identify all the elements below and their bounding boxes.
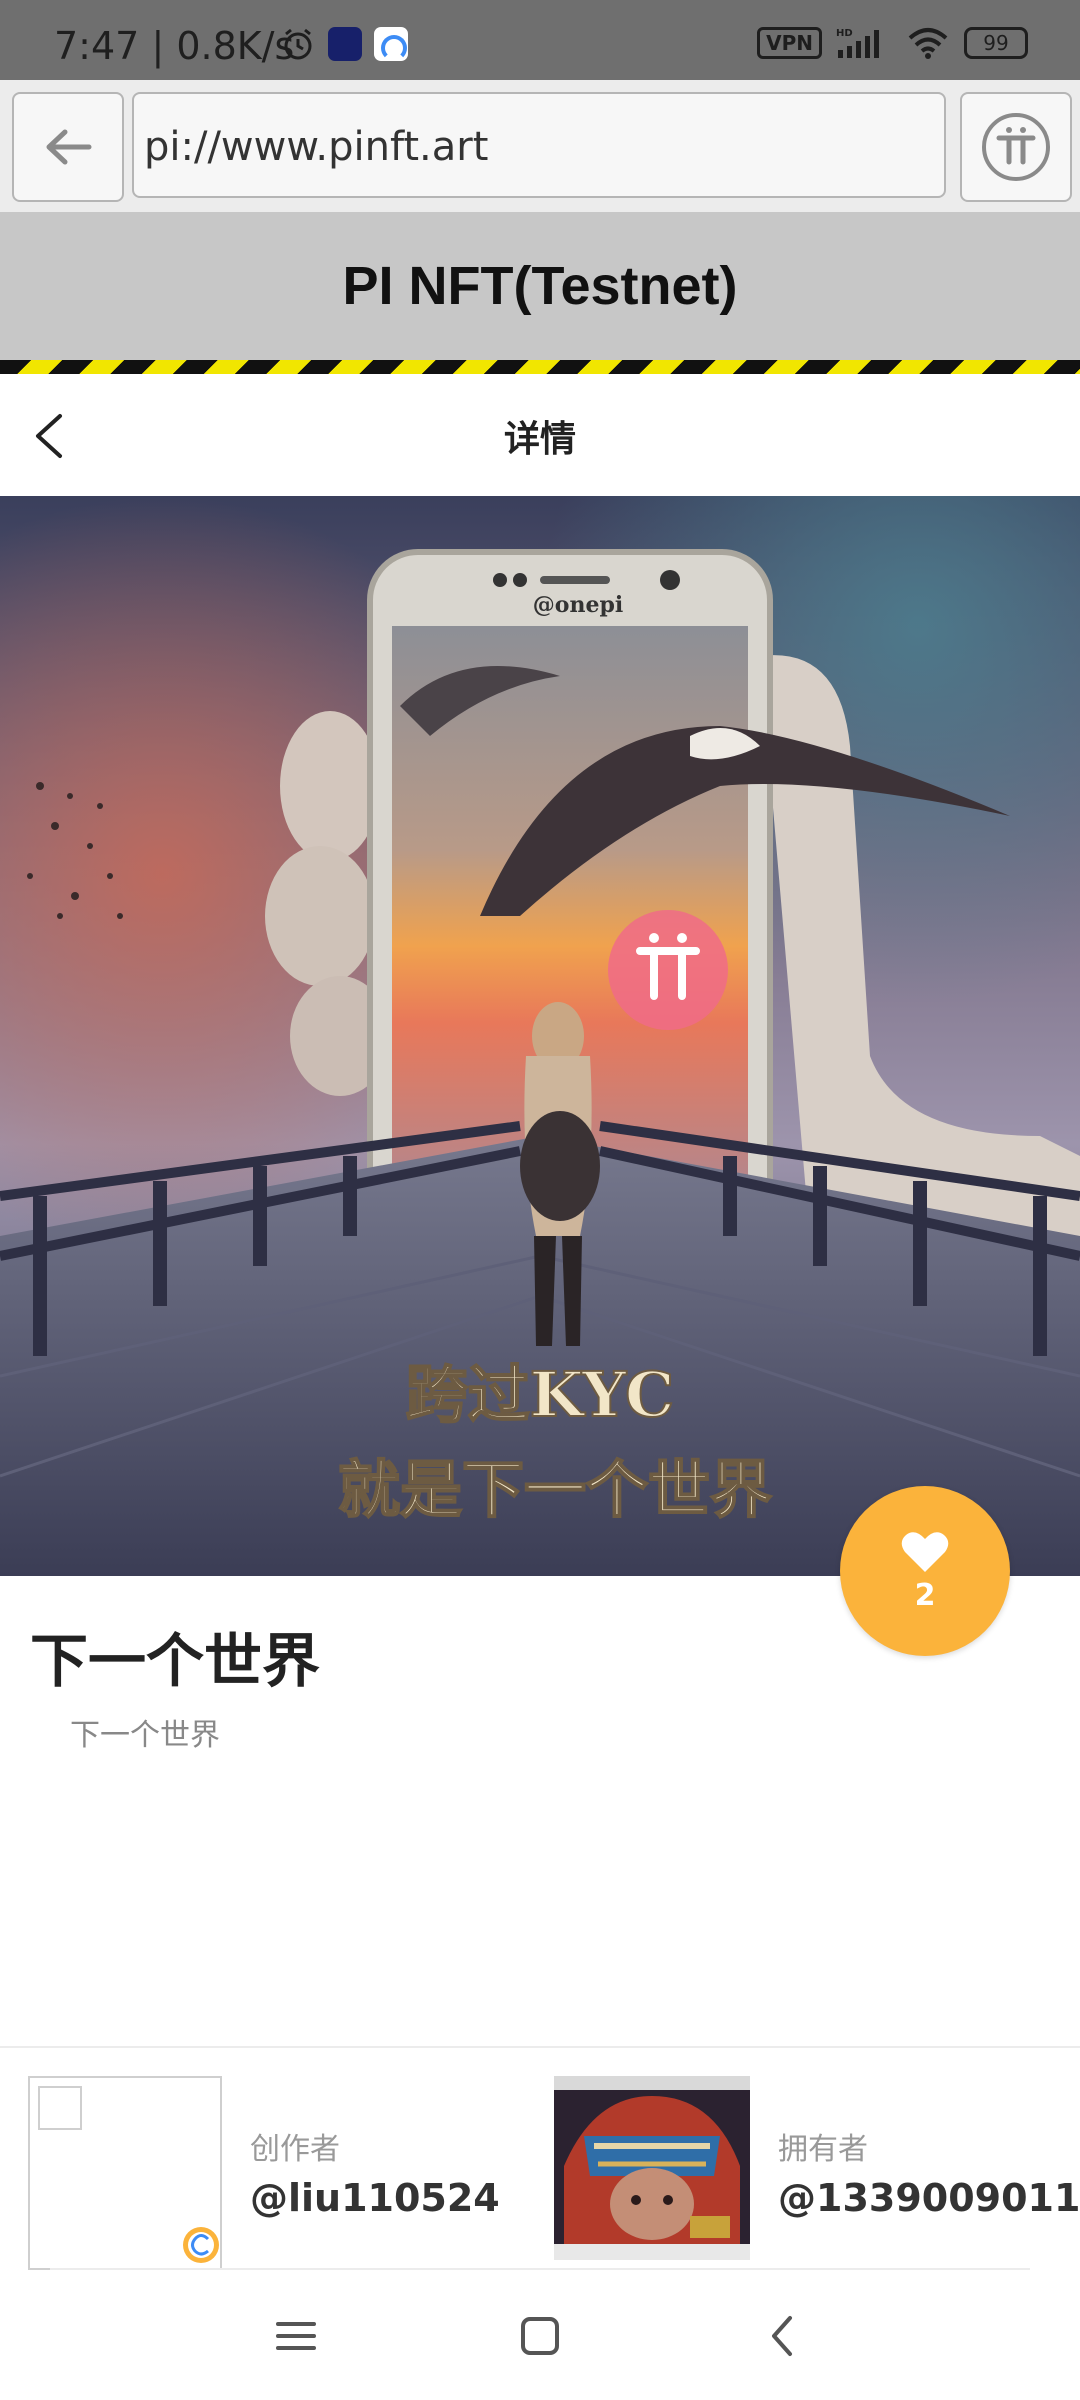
banner-title: PI NFT(Testnet) bbox=[342, 256, 738, 316]
creator-avatar[interactable] bbox=[28, 2076, 222, 2270]
watermark-text: @onepi bbox=[533, 592, 623, 618]
home-square-icon[interactable] bbox=[510, 2306, 570, 2366]
like-button[interactable]: 2 bbox=[840, 1486, 1010, 1656]
app-notification-icon bbox=[328, 27, 362, 61]
wifi-icon bbox=[908, 28, 948, 59]
menu-icon[interactable] bbox=[266, 2306, 326, 2366]
creator-label: 创作者 bbox=[250, 2132, 340, 2167]
network-speed: 0.8K/s bbox=[176, 24, 295, 68]
app-banner: PI NFT(Testnet) bbox=[0, 212, 1080, 360]
page-title: 详情 bbox=[503, 419, 576, 460]
back-arrow-icon bbox=[46, 129, 92, 165]
like-count: 2 bbox=[914, 1577, 936, 1613]
section-divider bbox=[0, 2046, 1080, 2048]
battery-icon: 99 bbox=[964, 27, 1028, 59]
status-time: 7:47 bbox=[54, 24, 140, 68]
status-time-speed: 7:47 | 0.8K/s bbox=[54, 24, 294, 68]
nft-artwork: @onepi 跨过KYC 就是下一个世界 bbox=[0, 496, 1080, 1576]
alarm-icon bbox=[284, 28, 312, 60]
owner-label: 拥有者 bbox=[778, 2132, 868, 2167]
broken-image-icon bbox=[38, 2086, 82, 2130]
owner-avatar-image bbox=[554, 2076, 750, 2260]
pi-logo-icon bbox=[982, 113, 1050, 181]
status-divider: | bbox=[151, 24, 177, 68]
nft-title: 下一个世界 bbox=[30, 1627, 321, 1695]
caption-line-2: 就是下一个世界 bbox=[338, 1453, 772, 1526]
vpn-icon: VPN bbox=[757, 27, 822, 59]
owner-avatar[interactable] bbox=[554, 2076, 750, 2260]
app-notification-icon-2 bbox=[374, 27, 408, 61]
owner-username[interactable]: @13390090116 bbox=[778, 2176, 1080, 2220]
back-triangle-icon[interactable] bbox=[754, 2306, 814, 2366]
url-field[interactable]: pi://www.pinft.art bbox=[132, 92, 946, 198]
hazard-stripe bbox=[0, 360, 1080, 374]
signal-icon: HD bbox=[836, 28, 879, 58]
status-notification-icons bbox=[280, 26, 408, 62]
caption-line-1: 跨过KYC bbox=[406, 1358, 675, 1431]
creator-username[interactable]: @liu110524 bbox=[250, 2176, 500, 2220]
browser-back-button[interactable] bbox=[12, 92, 124, 202]
heart-icon bbox=[901, 1531, 949, 1572]
svg-text:HD: HD bbox=[836, 28, 853, 39]
browser-toolbar: pi://www.pinft.art bbox=[0, 80, 1080, 212]
status-bar: 7:47 | 0.8K/s VPN HD 99 bbox=[0, 0, 1080, 80]
system-nav-bar bbox=[0, 2270, 1080, 2400]
page-header: 详情 bbox=[0, 374, 1080, 496]
nft-image[interactable]: @onepi 跨过KYC 就是下一个世界 bbox=[0, 496, 1080, 1576]
status-system-icons: VPN HD 99 bbox=[757, 26, 1028, 60]
nft-description: 下一个世界 bbox=[70, 1718, 220, 1753]
pi-wallet-button[interactable] bbox=[960, 92, 1072, 202]
creator-badge-icon bbox=[183, 2227, 219, 2263]
